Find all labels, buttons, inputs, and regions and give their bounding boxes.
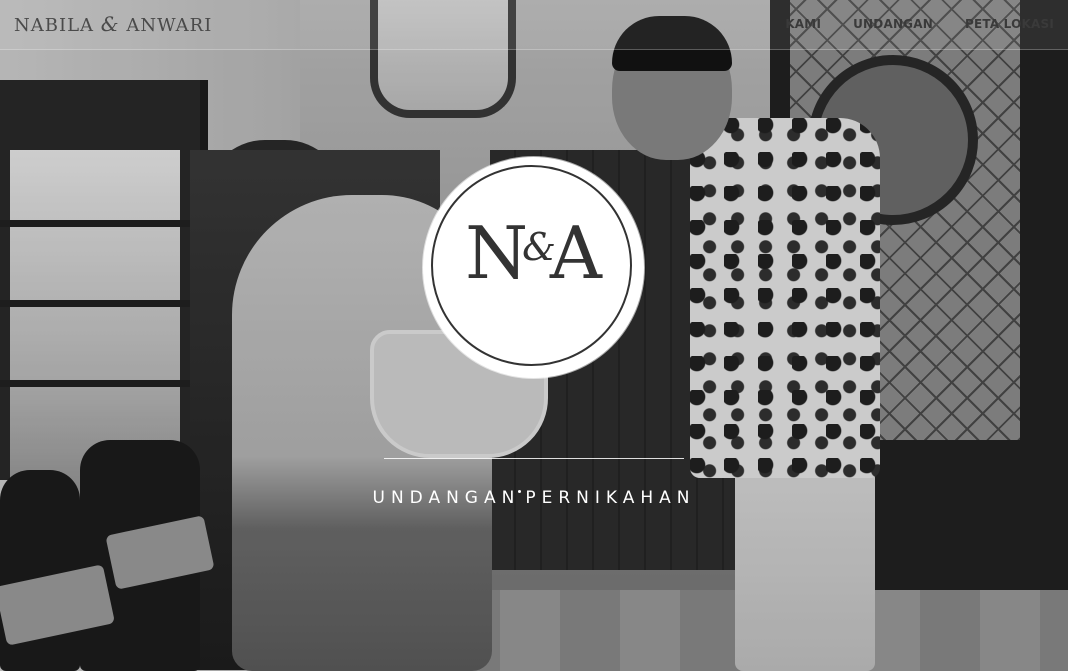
nav-link-peta-lokasi[interactable]: PETA LOKASI [965,17,1054,31]
nav-link-undangan[interactable]: UNDANGAN [853,17,933,31]
nav-links: KAMI UNDANGAN PETA LOKASI [785,17,1054,31]
monogram: N&A [423,217,644,289]
brand-first-name: NABILA [14,15,95,36]
monogram-right-initial: A [549,211,602,295]
subtitle-word-2: PERNIKAHAN [525,488,696,508]
brand-logo-link[interactable]: NABILA & ANWARI [14,12,212,36]
nav-link-kami[interactable]: KAMI [785,17,821,31]
monogram-left-initial: N [465,211,529,295]
monogram-emblem: N&A [423,157,644,378]
subtitle-word-1: UNDANGAN [372,488,521,508]
brand-second-name: ANWARI [126,15,213,36]
top-navbar: NABILA & ANWARI KAMI UNDANGAN PETA LOKAS… [0,0,1068,50]
hero-divider [384,458,684,459]
subtitle-dot [518,490,522,493]
brand-ampersand: & [100,12,120,36]
hero-subtitle: UNDANGAN PERNIKAHAN [0,488,1068,508]
